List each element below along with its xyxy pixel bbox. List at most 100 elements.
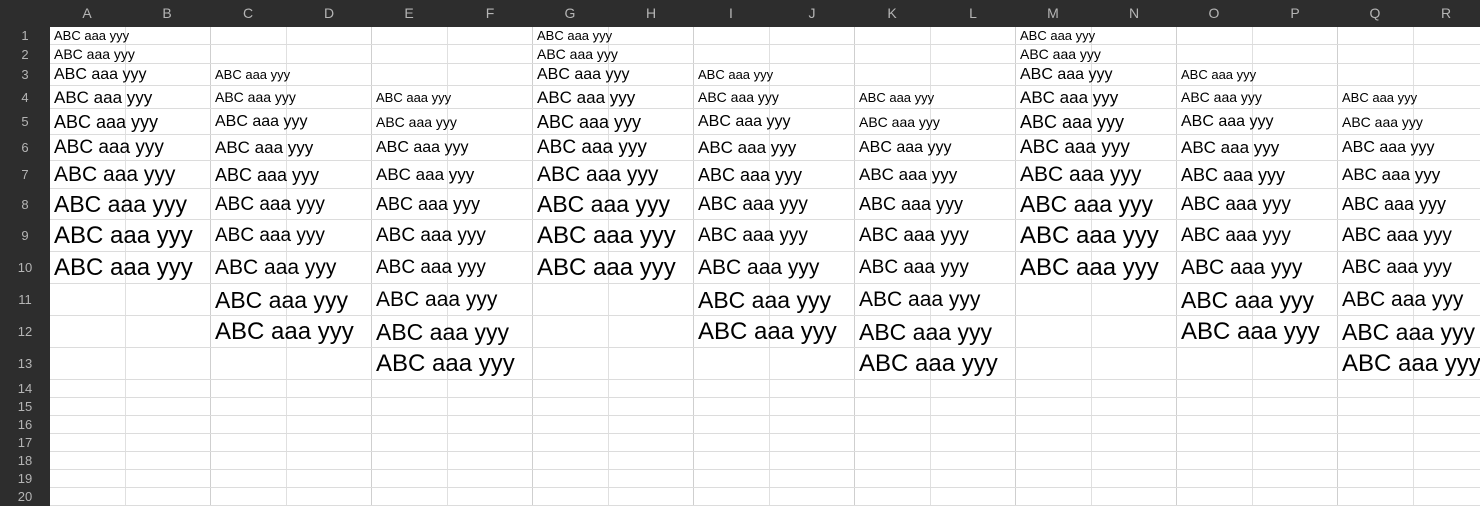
cell-text[interactable]: ABC aaa yyy (1342, 316, 1475, 348)
row-header-10[interactable]: 10 (0, 252, 50, 284)
cell-text[interactable]: ABC aaa yyy (54, 86, 152, 109)
cell-text[interactable]: ABC aaa yyy (1020, 27, 1095, 45)
row-header-19[interactable]: 19 (0, 470, 50, 488)
cell-text[interactable]: ABC aaa yyy (1181, 252, 1302, 284)
cell-text[interactable]: ABC aaa yyy (215, 64, 290, 86)
cell-text[interactable]: ABC aaa yyy (215, 284, 348, 316)
row-header-1[interactable]: 1 (0, 27, 50, 45)
cell-text[interactable]: ABC aaa yyy (376, 252, 486, 284)
cell-text[interactable]: ABC aaa yyy (54, 27, 129, 45)
cell-text[interactable]: ABC aaa yyy (54, 220, 193, 252)
cell-text[interactable]: ABC aaa yyy (698, 316, 837, 348)
cell-text[interactable]: ABC aaa yyy (1020, 135, 1130, 161)
cell-text[interactable]: ABC aaa yyy (537, 64, 629, 86)
cell-text[interactable]: ABC aaa yyy (376, 86, 451, 109)
cell-text[interactable]: ABC aaa yyy (215, 86, 296, 109)
cell-text[interactable]: ABC aaa yyy (537, 252, 676, 284)
row-header-5[interactable]: 5 (0, 109, 50, 135)
cell-text[interactable]: ABC aaa yyy (1342, 220, 1452, 252)
cell-text[interactable]: ABC aaa yyy (54, 109, 158, 135)
cell-text[interactable]: ABC aaa yyy (859, 135, 951, 161)
row-header-2[interactable]: 2 (0, 45, 50, 64)
cell-text[interactable]: ABC aaa yyy (1342, 348, 1480, 380)
row-header-16[interactable]: 16 (0, 416, 50, 434)
cell-text[interactable]: ABC aaa yyy (54, 64, 146, 86)
cell-text[interactable]: ABC aaa yyy (859, 252, 969, 284)
cell-text[interactable]: ABC aaa yyy (859, 161, 957, 189)
cell-text[interactable]: ABC aaa yyy (376, 284, 497, 316)
cell-text[interactable]: ABC aaa yyy (859, 109, 940, 135)
column-header-k[interactable]: K (872, 0, 912, 27)
cell-text[interactable]: ABC aaa yyy (1181, 64, 1256, 86)
cell-text[interactable]: ABC aaa yyy (698, 284, 831, 316)
row-header-9[interactable]: 9 (0, 220, 50, 252)
cell-text[interactable]: ABC aaa yyy (54, 45, 135, 64)
cell-text[interactable]: ABC aaa yyy (54, 252, 193, 284)
row-header-12[interactable]: 12 (0, 316, 50, 348)
column-header-r[interactable]: R (1426, 0, 1466, 27)
cell-text[interactable]: ABC aaa yyy (54, 135, 164, 161)
cell-text[interactable]: ABC aaa yyy (859, 189, 963, 220)
row-header-17[interactable]: 17 (0, 434, 50, 452)
column-header-g[interactable]: G (550, 0, 590, 27)
column-header-a[interactable]: A (67, 0, 107, 27)
cell-text[interactable]: ABC aaa yyy (537, 189, 670, 220)
column-header-j[interactable]: J (792, 0, 832, 27)
cell-text[interactable]: ABC aaa yyy (698, 135, 796, 161)
column-header-o[interactable]: O (1194, 0, 1234, 27)
cell-text[interactable]: ABC aaa yyy (215, 189, 325, 220)
cell-text[interactable]: ABC aaa yyy (698, 220, 808, 252)
cell-text[interactable]: ABC aaa yyy (859, 284, 980, 316)
select-all-corner[interactable] (0, 0, 50, 27)
cell-text[interactable]: ABC aaa yyy (1020, 109, 1124, 135)
row-header-18[interactable]: 18 (0, 452, 50, 470)
column-header-d[interactable]: D (309, 0, 349, 27)
row-header-8[interactable]: 8 (0, 189, 50, 220)
cell-text[interactable]: ABC aaa yyy (1020, 45, 1101, 64)
cell-text[interactable]: ABC aaa yyy (537, 27, 612, 45)
cell-text[interactable]: ABC aaa yyy (376, 161, 474, 189)
cell-text[interactable]: ABC aaa yyy (1181, 316, 1320, 348)
cell-text[interactable]: ABC aaa yyy (537, 161, 658, 189)
cell-text[interactable]: ABC aaa yyy (1342, 109, 1423, 135)
cell-text[interactable]: ABC aaa yyy (1181, 189, 1291, 220)
cell-text[interactable]: ABC aaa yyy (376, 348, 515, 380)
column-header-c[interactable]: C (228, 0, 268, 27)
column-header-n[interactable]: N (1114, 0, 1154, 27)
cell-text[interactable]: ABC aaa yyy (1181, 220, 1291, 252)
cell-text[interactable]: ABC aaa yyy (1181, 109, 1273, 135)
cell-text[interactable]: ABC aaa yyy (859, 220, 969, 252)
cell-text[interactable]: ABC aaa yyy (1020, 64, 1112, 86)
cell-text[interactable]: ABC aaa yyy (698, 189, 808, 220)
row-header-3[interactable]: 3 (0, 64, 50, 86)
cell-text[interactable]: ABC aaa yyy (1342, 189, 1446, 220)
row-header-13[interactable]: 13 (0, 348, 50, 380)
cell-text[interactable]: ABC aaa yyy (1181, 161, 1285, 189)
cell-text[interactable]: ABC aaa yyy (215, 161, 319, 189)
cell-text[interactable]: ABC aaa yyy (376, 109, 457, 135)
column-header-q[interactable]: Q (1355, 0, 1395, 27)
cell-text[interactable]: ABC aaa yyy (215, 252, 336, 284)
cell-text[interactable]: ABC aaa yyy (1342, 135, 1434, 161)
row-header-14[interactable]: 14 (0, 380, 50, 398)
cell-text[interactable]: ABC aaa yyy (1181, 135, 1279, 161)
column-header-e[interactable]: E (389, 0, 429, 27)
cell-text[interactable]: ABC aaa yyy (537, 109, 641, 135)
cell-text[interactable]: ABC aaa yyy (376, 189, 480, 220)
cell-text[interactable]: ABC aaa yyy (537, 86, 635, 109)
cell-text[interactable]: ABC aaa yyy (537, 220, 676, 252)
cell-text[interactable]: ABC aaa yyy (376, 135, 468, 161)
row-header-15[interactable]: 15 (0, 398, 50, 416)
cell-text[interactable]: ABC aaa yyy (215, 220, 325, 252)
cell-text[interactable]: ABC aaa yyy (376, 220, 486, 252)
column-header-l[interactable]: L (953, 0, 993, 27)
column-header-f[interactable]: F (470, 0, 510, 27)
cell-text[interactable]: ABC aaa yyy (698, 109, 790, 135)
column-header-h[interactable]: H (631, 0, 671, 27)
row-header-20[interactable]: 20 (0, 488, 50, 506)
cell-text[interactable]: ABC aaa yyy (1342, 284, 1463, 316)
cell-text[interactable]: ABC aaa yyy (698, 86, 779, 109)
row-header-4[interactable]: 4 (0, 86, 50, 109)
cell-text[interactable]: ABC aaa yyy (1020, 161, 1141, 189)
cell-text[interactable]: ABC aaa yyy (1181, 284, 1314, 316)
